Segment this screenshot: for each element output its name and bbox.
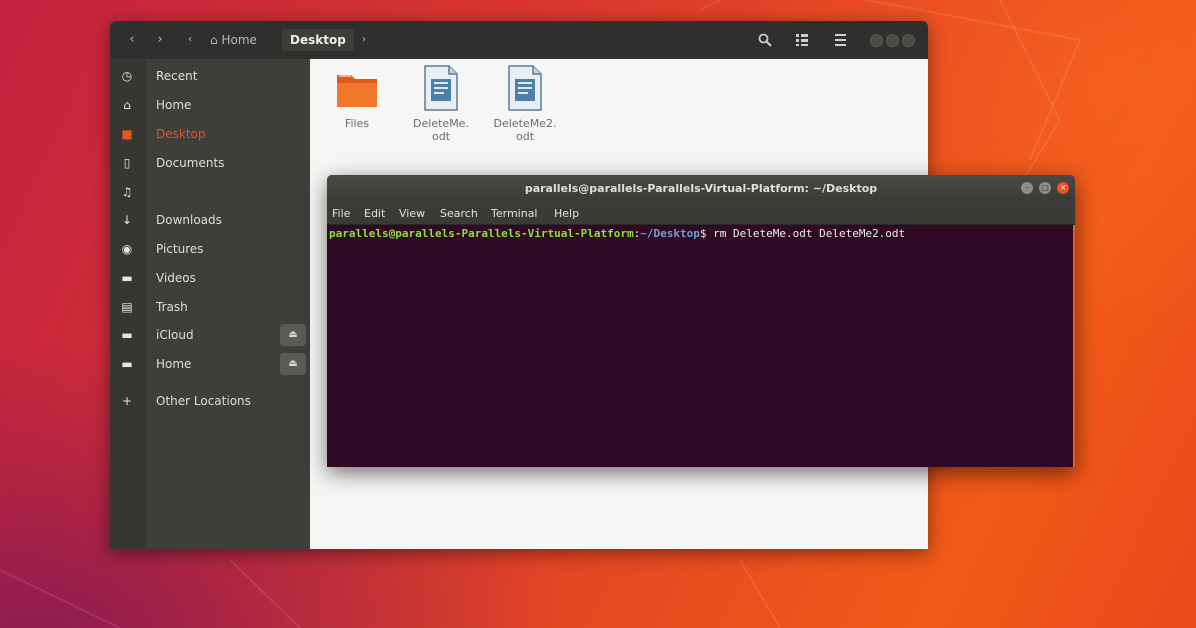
sidebar-item-label: Home xyxy=(156,98,192,112)
menu-search[interactable]: Search xyxy=(440,206,478,221)
music-icon: ♫ xyxy=(121,185,133,199)
file-label: DeleteMe2. odt xyxy=(493,117,557,143)
sidebar-item-label: Other Locations xyxy=(156,394,251,408)
sidebar-item-desktop[interactable]: ■ Desktop xyxy=(110,121,310,147)
terminal-menubar: File Edit View Search Terminal Help xyxy=(327,202,1075,225)
minimize-button[interactable] xyxy=(870,34,883,47)
sidebar-item-label: Desktop xyxy=(156,127,206,141)
drive-icon: ▬ xyxy=(121,357,133,371)
breadcrumb-home-label: Home xyxy=(221,33,257,47)
sidebar-item-label: Recent xyxy=(156,69,198,83)
folder-icon xyxy=(337,75,377,107)
camera-icon: ◉ xyxy=(121,242,133,256)
sidebar-item-label: Pictures xyxy=(156,242,204,256)
home-icon: ⌂ xyxy=(123,98,131,112)
terminal-command: rm DeleteMe.odt DeleteMe2.odt xyxy=(706,227,906,240)
close-button[interactable]: × xyxy=(1057,182,1069,194)
chevron-left-icon[interactable]: ‹ xyxy=(124,31,140,49)
file-label: Files xyxy=(344,117,370,130)
sidebar-item-pictures[interactable]: ◉ Pictures xyxy=(110,236,310,262)
view-options-icon[interactable] xyxy=(796,34,808,46)
folder-icon: ■ xyxy=(121,127,133,141)
breadcrumb-desktop[interactable]: Desktop xyxy=(282,29,354,51)
sidebar-item-downloads[interactable]: ↓ Downloads xyxy=(110,207,310,233)
sidebar-item-videos[interactable]: ▬ Videos xyxy=(110,265,310,291)
odt-document-icon xyxy=(508,65,542,111)
sidebar-item-label: Downloads xyxy=(156,213,222,227)
home-icon: ⌂ xyxy=(210,33,218,47)
menu-edit[interactable]: Edit xyxy=(364,206,385,221)
menu-file[interactable]: File xyxy=(332,206,350,221)
sidebar: ◷ Recent ⌂ Home ■ Desktop ▯ Documents ♫ … xyxy=(110,59,310,549)
sidebar-item-other-locations[interactable]: + Other Locations xyxy=(110,388,310,414)
menu-view[interactable]: View xyxy=(399,206,425,221)
sidebar-item-documents[interactable]: ▯ Documents xyxy=(110,150,310,176)
sidebar-item-music[interactable]: ♫ xyxy=(110,179,310,205)
document-icon: ▯ xyxy=(123,156,131,170)
breadcrumb-right-arrow-icon[interactable]: › xyxy=(358,31,370,49)
maximize-button[interactable] xyxy=(886,34,899,47)
trash-icon: ▤ xyxy=(121,300,133,314)
menu-help[interactable]: Help xyxy=(554,206,579,221)
terminal-prompt-line: parallels@parallels-Parallels-Virtual-Pl… xyxy=(329,227,905,241)
sidebar-item-label: iCloud xyxy=(156,328,194,342)
sidebar-item-icloud[interactable]: ▬ iCloud ⏏ xyxy=(110,322,310,348)
sidebar-item-label: Videos xyxy=(156,271,196,285)
plus-icon: + xyxy=(121,394,133,408)
menu-terminal[interactable]: Terminal xyxy=(491,206,538,221)
eject-icon[interactable]: ⏏ xyxy=(280,353,306,375)
files-headerbar: ‹ › ‹ ⌂ Home Desktop › xyxy=(110,21,928,59)
terminal-scrollbar-edge xyxy=(1073,225,1075,467)
file-item-deleteme2[interactable]: DeleteMe2. odt xyxy=(487,65,563,155)
close-button[interactable] xyxy=(902,34,915,47)
terminal-title: parallels@parallels-Parallels-Virtual-Pl… xyxy=(524,182,878,195)
terminal-window: parallels@parallels-Parallels-Virtual-Pl… xyxy=(327,175,1075,467)
prompt-path: ~/Desktop xyxy=(640,227,700,240)
sidebar-item-home[interactable]: ⌂ Home xyxy=(110,92,310,118)
file-item-files[interactable]: Files xyxy=(319,65,395,155)
breadcrumb-left-arrow-icon[interactable]: ‹ xyxy=(184,31,196,49)
sidebar-item-trash[interactable]: ▤ Trash xyxy=(110,294,310,320)
prompt-user: parallels@parallels-Parallels-Virtual-Pl… xyxy=(329,227,634,240)
drive-icon: ▬ xyxy=(121,328,133,342)
file-label: DeleteMe. odt xyxy=(413,117,469,143)
terminal-titlebar[interactable]: parallels@parallels-Parallels-Virtual-Pl… xyxy=(327,175,1075,202)
file-item-deleteme[interactable]: DeleteMe. odt xyxy=(403,65,479,155)
maximize-button[interactable]: □ xyxy=(1039,182,1051,194)
sidebar-item-home-drive[interactable]: ▬ Home ⏏ xyxy=(110,351,310,377)
search-icon[interactable] xyxy=(758,33,772,47)
terminal-output[interactable]: parallels@parallels-Parallels-Virtual-Pl… xyxy=(327,225,1075,467)
odt-document-icon xyxy=(424,65,458,111)
clock-icon: ◷ xyxy=(121,69,133,83)
prompt-symbol: $ xyxy=(699,227,707,240)
download-icon: ↓ xyxy=(121,213,133,227)
eject-icon[interactable]: ⏏ xyxy=(280,324,306,346)
hamburger-menu-icon[interactable] xyxy=(835,34,846,46)
sidebar-item-recent[interactable]: ◷ Recent xyxy=(110,63,310,89)
sidebar-item-label: Documents xyxy=(156,156,225,170)
chevron-right-icon[interactable]: › xyxy=(152,31,168,49)
breadcrumb-home[interactable]: ⌂ Home xyxy=(210,29,257,51)
video-icon: ▬ xyxy=(121,271,133,285)
minimize-button[interactable]: – xyxy=(1021,182,1033,194)
sidebar-item-label: Home xyxy=(156,357,192,371)
sidebar-item-label: Trash xyxy=(156,300,188,314)
